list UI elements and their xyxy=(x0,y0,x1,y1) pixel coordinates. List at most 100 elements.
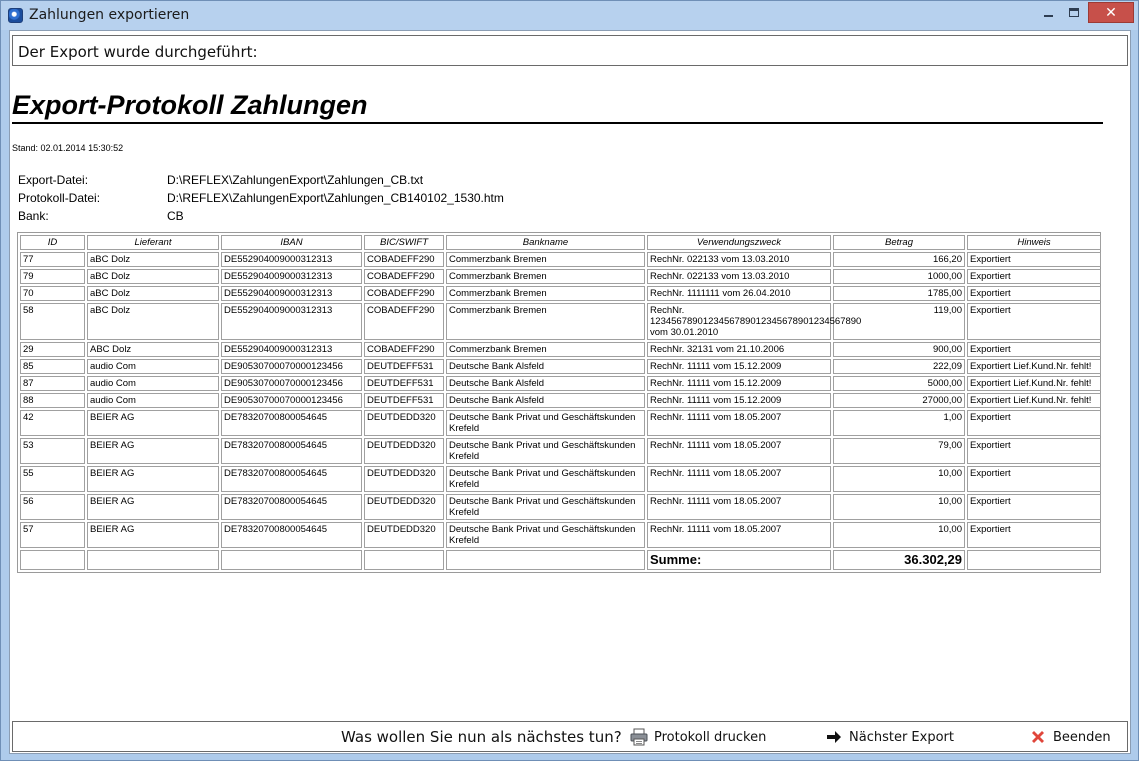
table-cell: Deutsche Bank Privat und Geschäftskunden… xyxy=(446,522,645,548)
table-cell xyxy=(87,550,219,570)
print-protocol-button[interactable]: Protokoll drucken xyxy=(630,726,766,748)
maximize-button[interactable] xyxy=(1061,2,1087,23)
meta-value: CB xyxy=(167,209,184,223)
table-cell: Exportiert xyxy=(967,522,1101,548)
payments-table-wrap: ID Lieferant IBAN BIC/SWIFT Bankname Ver… xyxy=(17,232,1101,573)
sum-row: Summe: 36.302,29 xyxy=(20,550,1101,570)
table-cell: aBC Dolz xyxy=(87,303,219,340)
table-cell: RechNr. 11111 vom 18.05.2007 xyxy=(647,438,831,464)
table-cell: 85 xyxy=(20,359,85,374)
table-cell: DEUTDEDD320 xyxy=(364,438,444,464)
table-cell: 10,00 xyxy=(833,466,965,492)
table-cell: BEIER AG xyxy=(87,466,219,492)
table-cell: BEIER AG xyxy=(87,494,219,520)
table-cell: DEUTDEFF531 xyxy=(364,376,444,391)
table-cell: Commerzbank Bremen xyxy=(446,342,645,357)
table-cell: 70 xyxy=(20,286,85,301)
table-row: 88 audio Com DE90530700070000123456 DEUTDEF… xyxy=(20,393,1101,408)
table-row: 57 BEIER AG DE78320700800054645 DEUTDEDD320… xyxy=(20,522,1101,548)
table-cell: RechNr. 11111 vom 15.12.2009 xyxy=(647,393,831,408)
column-header: ID xyxy=(20,235,85,250)
table-cell: Deutsche Bank Privat und Geschäftskunden… xyxy=(446,466,645,492)
table-cell: DE78320700800054645 xyxy=(221,494,362,520)
close-icon: ✕ xyxy=(1105,4,1117,21)
table-cell xyxy=(221,550,362,570)
table-cell: 55 xyxy=(20,466,85,492)
table-row: 87 audio Com DE90530700070000123456 DEUTDEF… xyxy=(20,376,1101,391)
table-cell: RechNr. 12345678901234567890123456789012… xyxy=(647,303,861,340)
status-panel: Der Export wurde durchgeführt: xyxy=(12,35,1128,66)
table-cell: 10,00 xyxy=(833,494,965,520)
table-cell: DE552904009000312313 xyxy=(221,252,362,267)
table-cell: RechNr. 1111111 vom 26.04.2010 xyxy=(647,286,831,301)
next-step-question: Was wollen Sie nun als nächstes tun? xyxy=(341,728,622,746)
table-cell: DE78320700800054645 xyxy=(221,522,362,548)
table-cell: 57 xyxy=(20,522,85,548)
column-header: Lieferant xyxy=(87,235,219,250)
table-cell: Deutsche Bank Alsfeld xyxy=(446,376,645,391)
column-header: Bankname xyxy=(446,235,645,250)
table-cell: COBADEFF290 xyxy=(364,269,444,284)
table-cell: DE552904009000312313 xyxy=(221,342,362,357)
close-button[interactable]: ✕ xyxy=(1088,2,1134,23)
payments-table: ID Lieferant IBAN BIC/SWIFT Bankname Ver… xyxy=(18,233,1103,572)
title-divider xyxy=(12,122,1103,124)
report-title: Export-Protokoll Zahlungen xyxy=(12,90,368,120)
table-cell: Exportiert xyxy=(967,494,1101,520)
table-cell: 79,00 xyxy=(833,438,965,464)
table-row: 55 BEIER AG DE78320700800054645 DEUTDEDD320… xyxy=(20,466,1101,492)
table-cell: aBC Dolz xyxy=(87,286,219,301)
table-cell: Exportiert Lief.Kund.Nr. fehlt! xyxy=(967,376,1101,391)
quit-label: Beenden xyxy=(1053,729,1111,745)
table-cell: audio Com xyxy=(87,376,219,391)
table-cell: DEUTDEFF531 xyxy=(364,393,444,408)
quit-button[interactable]: Beenden xyxy=(1029,726,1111,748)
report-timestamp: Stand: 02.01.2014 15:30:52 xyxy=(12,143,124,153)
table-cell: 222,09 xyxy=(833,359,965,374)
sum-label: Summe: xyxy=(647,550,831,570)
meta-value: D:\REFLEX\ZahlungenExport\Zahlungen_CB.t… xyxy=(167,173,424,187)
table-cell xyxy=(446,550,645,570)
table-cell: Exportiert xyxy=(967,466,1101,492)
table-cell: 1,00 xyxy=(833,410,965,436)
table-cell: 900,00 xyxy=(833,342,965,357)
table-cell: ABC Dolz xyxy=(87,342,219,357)
table-cell: DEUTDEFF531 xyxy=(364,359,444,374)
table-cell: DE552904009000312313 xyxy=(221,303,362,340)
meta-label: Export-Datei: xyxy=(18,173,89,187)
table-cell: Exportiert xyxy=(967,438,1101,464)
table-cell: COBADEFF290 xyxy=(364,286,444,301)
table-cell: COBADEFF290 xyxy=(364,342,444,357)
table-cell: DE78320700800054645 xyxy=(221,410,362,436)
app-icon xyxy=(8,8,23,23)
table-cell: Commerzbank Bremen xyxy=(446,286,645,301)
table-cell: RechNr. 11111 vom 18.05.2007 xyxy=(647,466,831,492)
table-cell: 58 xyxy=(20,303,85,340)
table-cell: DEUTDEDD320 xyxy=(364,410,444,436)
table-cell: Exportiert xyxy=(967,252,1101,267)
table-cell: Commerzbank Bremen xyxy=(446,269,645,284)
table-row: 58 aBC Dolz DE552904009000312313 COBADEFF29… xyxy=(20,303,1101,340)
client-area: Der Export wurde durchgeführt: Export-Pr… xyxy=(9,30,1131,754)
title-bar[interactable]: Zahlungen exportieren ✕ xyxy=(1,1,1138,30)
action-bar: Was wollen Sie nun als nächstes tun? Pro… xyxy=(12,721,1128,752)
table-cell: BEIER AG xyxy=(87,438,219,464)
table-cell: RechNr. 32131 vom 21.10.2006 xyxy=(647,342,831,357)
table-cell: 88 xyxy=(20,393,85,408)
column-header: Hinweis xyxy=(967,235,1101,250)
column-header: Betrag xyxy=(833,235,965,250)
table-cell: DEUTDEDD320 xyxy=(364,494,444,520)
table-cell: Deutsche Bank Alsfeld xyxy=(446,393,645,408)
table-cell: BEIER AG xyxy=(87,522,219,548)
table-cell: DEUTDEDD320 xyxy=(364,522,444,548)
next-export-button[interactable]: Nächster Export xyxy=(825,726,954,748)
table-row: 42 BEIER AG DE78320700800054645 DEUTDEDD320… xyxy=(20,410,1101,436)
minimize-button[interactable] xyxy=(1035,2,1061,23)
table-cell: 27000,00 xyxy=(833,393,965,408)
table-cell: DE90530700070000123456 xyxy=(221,359,362,374)
table-cell: 5000,00 xyxy=(833,376,965,391)
printer-icon xyxy=(630,728,648,746)
table-header-row: ID Lieferant IBAN BIC/SWIFT Bankname Ver… xyxy=(20,235,1101,250)
app-window: Zahlungen exportieren ✕ Der Export wurde… xyxy=(0,0,1139,761)
table-cell xyxy=(20,550,85,570)
